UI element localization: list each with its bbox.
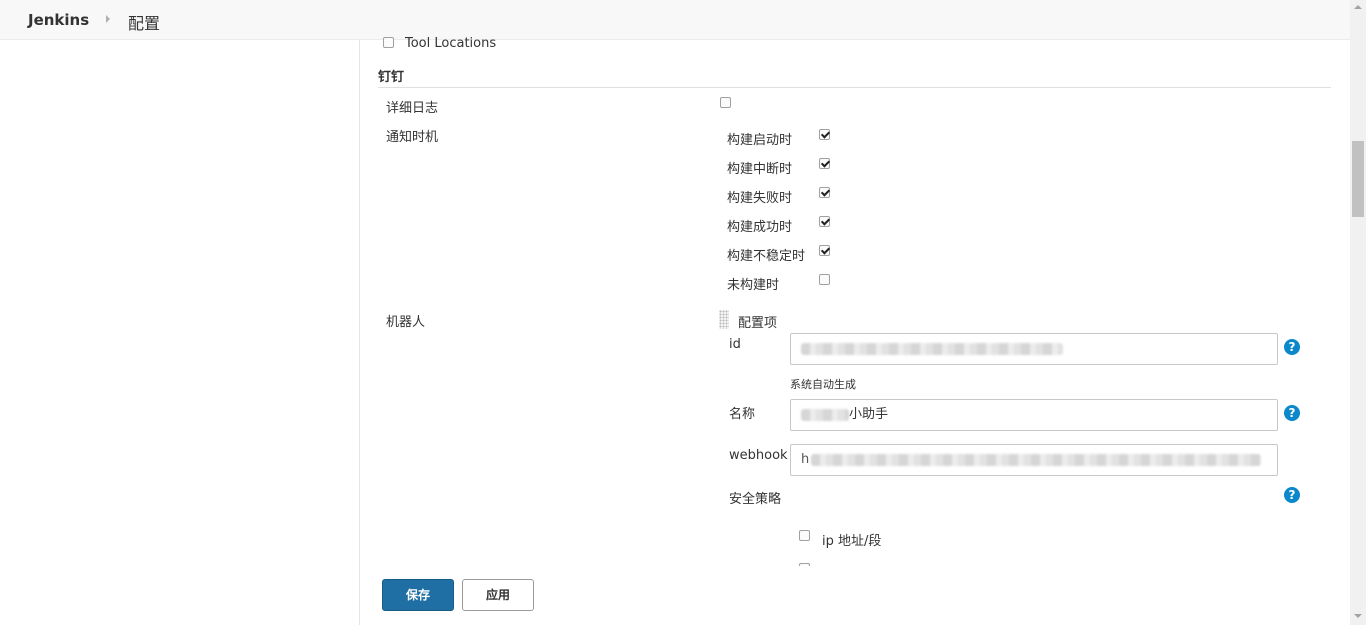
- ip-range-label: ip 地址/段: [822, 534, 882, 549]
- webhook-label: webhook: [729, 448, 788, 463]
- redacted-id-value: [801, 342, 1063, 355]
- robot-id-input[interactable]: [790, 333, 1278, 365]
- scroll-up-icon[interactable]: [1354, 5, 1362, 9]
- jenkins-home-link[interactable]: Jenkins: [28, 11, 89, 29]
- scroll-down-icon[interactable]: [1354, 614, 1362, 618]
- robot-id-label: id: [729, 337, 741, 352]
- robot-name-input[interactable]: 小助手: [790, 399, 1278, 431]
- notify-build-start-label: 构建启动时: [727, 133, 793, 148]
- breadcrumb-config[interactable]: 配置: [128, 10, 160, 34]
- name-help-icon[interactable]: ?: [1284, 405, 1300, 421]
- top-bar: Jenkins 配置: [0, 0, 1350, 40]
- config-item-label: 配置项: [738, 316, 778, 331]
- notify-not-built-checkbox[interactable]: [819, 274, 830, 285]
- verbose-log-checkbox[interactable]: [720, 97, 731, 108]
- notify-timing-label: 通知时机: [386, 130, 439, 145]
- redacted-name-value: [801, 408, 849, 421]
- notify-build-unstable-checkbox[interactable]: [819, 245, 830, 256]
- id-help-icon[interactable]: ?: [1284, 339, 1300, 355]
- notify-not-built-label: 未构建时: [727, 278, 780, 293]
- sidebar-divider: [359, 40, 360, 625]
- robot-label: 机器人: [386, 315, 426, 330]
- notify-build-abort-label: 构建中断时: [727, 162, 793, 177]
- security-help-icon[interactable]: ?: [1284, 487, 1300, 503]
- next-option-checkbox-partial[interactable]: [799, 563, 810, 566]
- robot-name-label: 名称: [729, 407, 756, 422]
- verbose-log-label: 详细日志: [386, 101, 439, 116]
- redacted-webhook-value: [811, 453, 1262, 466]
- notify-build-start-checkbox[interactable]: [819, 129, 830, 140]
- id-hint-text: 系统自动生成: [790, 378, 856, 391]
- webhook-prefix: h: [801, 452, 810, 467]
- ip-range-checkbox[interactable]: [799, 530, 810, 541]
- notify-build-failure-label: 构建失败时: [727, 191, 793, 206]
- apply-button[interactable]: 应用: [462, 579, 534, 611]
- notify-build-unstable-label: 构建不稳定时: [727, 249, 806, 264]
- save-button[interactable]: 保存: [382, 579, 454, 611]
- security-policy-label: 安全策略: [729, 492, 782, 507]
- page-scrollbar[interactable]: [1350, 0, 1366, 625]
- webhook-input[interactable]: h: [790, 444, 1278, 476]
- scroll-thumb[interactable]: [1352, 141, 1364, 217]
- dingtalk-section-title: 钉钉: [378, 70, 405, 85]
- tool-locations-checkbox[interactable]: [383, 37, 394, 48]
- notify-build-failure-checkbox[interactable]: [819, 187, 830, 198]
- tool-locations-label: Tool Locations: [405, 36, 497, 51]
- breadcrumb-separator-icon: [106, 15, 110, 23]
- notify-build-success-checkbox[interactable]: [819, 216, 830, 227]
- section-divider: [378, 87, 1331, 88]
- robot-name-suffix: 小助手: [849, 407, 889, 422]
- notify-build-abort-checkbox[interactable]: [819, 158, 830, 169]
- drag-handle-icon[interactable]: [719, 310, 729, 329]
- notify-build-success-label: 构建成功时: [727, 220, 793, 235]
